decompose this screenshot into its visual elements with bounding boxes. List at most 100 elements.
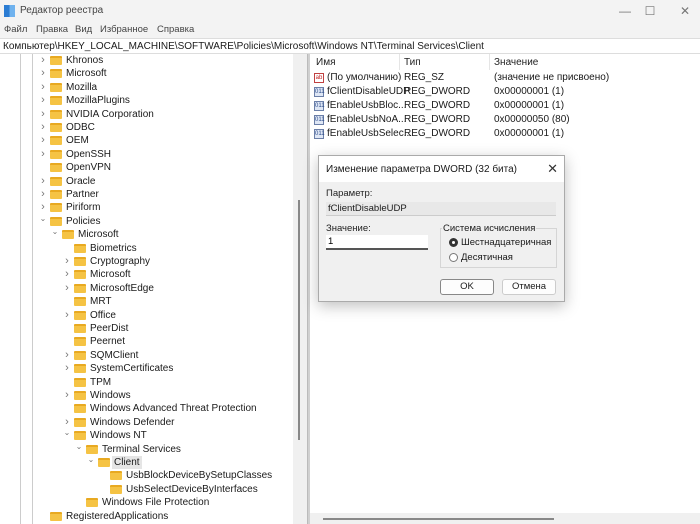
tree-item-label[interactable]: Windows [88, 389, 133, 402]
tree-item[interactable]: Windows File Protection [0, 496, 292, 509]
tree-item-label[interactable]: Microsoft [64, 67, 109, 80]
column-separator[interactable] [399, 54, 400, 70]
value-row[interactable]: ab (По умолчанию) REG_SZ (значение не пр… [310, 71, 700, 85]
tree-item-label[interactable]: OpenVPN [64, 161, 113, 174]
chevron-down-icon[interactable]: ⌄ [75, 440, 83, 453]
tree-item[interactable]: RegisteredApplications [0, 510, 292, 523]
tree-item[interactable]: › Oracle [0, 175, 292, 188]
tree-item[interactable]: ⌄ Terminal Services [0, 440, 292, 456]
tree-item[interactable]: › OEM [0, 134, 292, 147]
tree-item-label[interactable]: Windows NT [88, 429, 149, 442]
tree-item[interactable]: › Windows Defender [0, 416, 292, 429]
chevron-right-icon[interactable]: › [63, 349, 71, 362]
menu-file[interactable]: Файл [4, 24, 27, 35]
scrollbar-thumb[interactable] [298, 200, 300, 440]
tree-item-label[interactable]: Windows File Protection [100, 496, 211, 509]
tree-item-label[interactable]: UsbBlockDeviceBySetupClasses [124, 469, 274, 482]
menu-favorites[interactable]: Избранное [100, 24, 148, 35]
dec-radio[interactable] [449, 253, 458, 262]
tree-item-label[interactable]: OpenSSH [64, 148, 113, 161]
tree-item-label[interactable]: Mozilla [64, 81, 99, 94]
tree-item[interactable]: › Windows [0, 389, 292, 402]
chevron-down-icon[interactable]: ⌄ [39, 212, 47, 225]
column-separator[interactable] [489, 54, 490, 70]
tree-item-label[interactable]: Windows Defender [88, 416, 176, 429]
tree-item[interactable]: › MozillaPlugins [0, 94, 292, 107]
chevron-right-icon[interactable]: › [39, 94, 47, 107]
tree-item-label[interactable]: TPM [88, 376, 113, 389]
tree-item-label[interactable]: MicrosoftEdge [88, 282, 156, 295]
tree-item[interactable]: OpenVPN [0, 161, 292, 174]
tree-item[interactable]: › Partner [0, 188, 292, 201]
tree-item-label[interactable]: Microsoft [88, 268, 133, 281]
chevron-down-icon[interactable]: ⌄ [87, 453, 95, 466]
menu-view[interactable]: Вид [75, 24, 92, 35]
chevron-down-icon[interactable]: ⌄ [63, 426, 71, 439]
tree-item-label[interactable]: NVIDIA Corporation [64, 108, 156, 121]
tree-item-label[interactable]: Biometrics [88, 242, 139, 255]
chevron-right-icon[interactable]: › [63, 282, 71, 295]
address-bar[interactable]: Компьютер\HKEY_LOCAL_MACHINE\SOFTWARE\Po… [0, 38, 700, 54]
tree-item[interactable]: › Office [0, 309, 292, 322]
tree-item-label[interactable]: MozillaPlugins [64, 94, 132, 107]
tree-item-label[interactable]: UsbSelectDeviceByInterfaces [124, 483, 260, 496]
chevron-right-icon[interactable]: › [63, 362, 71, 375]
dialog-close-button[interactable]: ✕ [547, 161, 558, 177]
tree-item-label[interactable]: Partner [64, 188, 101, 201]
chevron-right-icon[interactable]: › [39, 108, 47, 121]
tree-item[interactable]: MRT [0, 295, 292, 308]
chevron-right-icon[interactable]: › [63, 389, 71, 402]
value-input[interactable] [326, 235, 428, 250]
chevron-down-icon[interactable]: ⌄ [51, 225, 59, 238]
tree-item[interactable]: ⌄ Policies [0, 212, 292, 228]
tree-vertical-scrollbar[interactable] [293, 54, 307, 524]
ok-button[interactable]: OK [440, 279, 494, 295]
scrollbar-thumb[interactable] [323, 518, 554, 520]
chevron-right-icon[interactable]: › [63, 268, 71, 281]
tree-item-label[interactable]: Oracle [64, 175, 97, 188]
tree-item[interactable]: UsbBlockDeviceBySetupClasses [0, 469, 292, 482]
chevron-right-icon[interactable]: › [63, 255, 71, 268]
tree-item[interactable]: › ODBC [0, 121, 292, 134]
column-header-name[interactable]: Имя [316, 57, 335, 68]
value-row[interactable]: 011 fClientDisableUDP REG_DWORD 0x000000… [310, 85, 700, 99]
tree-item-label[interactable]: Terminal Services [100, 443, 183, 456]
tree-item[interactable]: › Mozilla [0, 81, 292, 94]
tree-item[interactable]: ⌄ Microsoft [0, 225, 292, 241]
value-row[interactable]: 011 fEnableUsbBloc... REG_DWORD 0x000000… [310, 99, 700, 113]
tree-item-label[interactable]: Office [88, 309, 118, 322]
chevron-right-icon[interactable]: › [39, 134, 47, 147]
chevron-right-icon[interactable]: › [39, 121, 47, 134]
menu-edit[interactable]: Правка [36, 24, 68, 35]
tree-item-label[interactable]: Peernet [88, 335, 127, 348]
value-row[interactable]: 011 fEnableUsbNoA... REG_DWORD 0x0000005… [310, 113, 700, 127]
cancel-button[interactable]: Отмена [502, 279, 556, 295]
tree-item[interactable]: › OpenSSH [0, 148, 292, 161]
tree-item-label[interactable]: Windows Advanced Threat Protection [88, 402, 259, 415]
maximize-button[interactable]: ☐ [635, 2, 665, 20]
chevron-right-icon[interactable]: › [39, 175, 47, 188]
tree-item-label[interactable]: PeerDist [88, 322, 130, 335]
hex-radio[interactable] [449, 238, 458, 247]
tree-item-label[interactable]: MRT [88, 295, 113, 308]
list-horizontal-scrollbar[interactable] [310, 513, 700, 524]
close-button[interactable]: ✕ [670, 2, 700, 20]
tree-item-label[interactable]: Khronos [64, 54, 105, 67]
tree-item-label[interactable]: SystemCertificates [88, 362, 175, 375]
tree-item[interactable]: › MicrosoftEdge [0, 282, 292, 295]
tree-item[interactable]: › Microsoft [0, 268, 292, 281]
tree-item[interactable]: UsbSelectDeviceByInterfaces [0, 483, 292, 496]
chevron-right-icon[interactable]: › [39, 54, 47, 67]
tree-item[interactable]: › Khronos [0, 54, 292, 67]
chevron-right-icon[interactable]: › [39, 67, 47, 80]
column-header-value[interactable]: Значение [494, 57, 538, 68]
chevron-right-icon[interactable]: › [39, 188, 47, 201]
dec-radio-label[interactable]: Десятичная [461, 252, 513, 263]
tree-item[interactable]: › NVIDIA Corporation [0, 108, 292, 121]
tree-item[interactable]: Peernet [0, 335, 292, 348]
tree-item-label[interactable]: Client [112, 456, 142, 469]
tree-item[interactable]: PeerDist [0, 322, 292, 335]
tree-item[interactable]: › SystemCertificates [0, 362, 292, 375]
value-row[interactable]: 011 fEnableUsbSelec... REG_DWORD 0x00000… [310, 127, 700, 141]
tree-item-label[interactable]: Cryptography [88, 255, 152, 268]
